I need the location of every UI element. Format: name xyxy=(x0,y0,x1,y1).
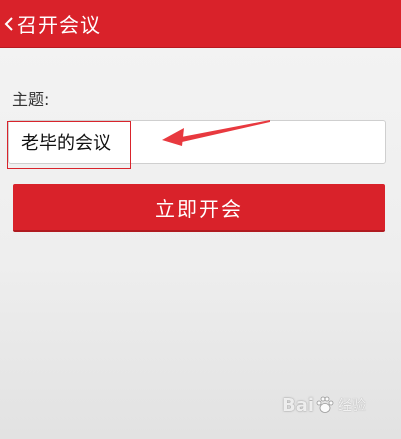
page-title: 召开会议 xyxy=(17,13,101,37)
watermark-text-left: Bai xyxy=(282,394,315,416)
start-meeting-button[interactable]: 立即开会 xyxy=(13,184,385,232)
chevron-left-icon xyxy=(4,16,13,31)
watermark-text-right: 经验 xyxy=(338,398,367,414)
app-header: 召开会议 xyxy=(0,0,401,48)
baidu-jingyan-watermark: Bai 经验 xyxy=(282,388,394,422)
paw-icon xyxy=(316,396,334,413)
back-button[interactable]: 召开会议 xyxy=(0,0,101,48)
topic-input[interactable]: 老毕的会议 xyxy=(8,120,386,164)
topic-input-value: 老毕的会议 xyxy=(21,133,111,154)
topic-label: 主题: xyxy=(12,90,50,109)
